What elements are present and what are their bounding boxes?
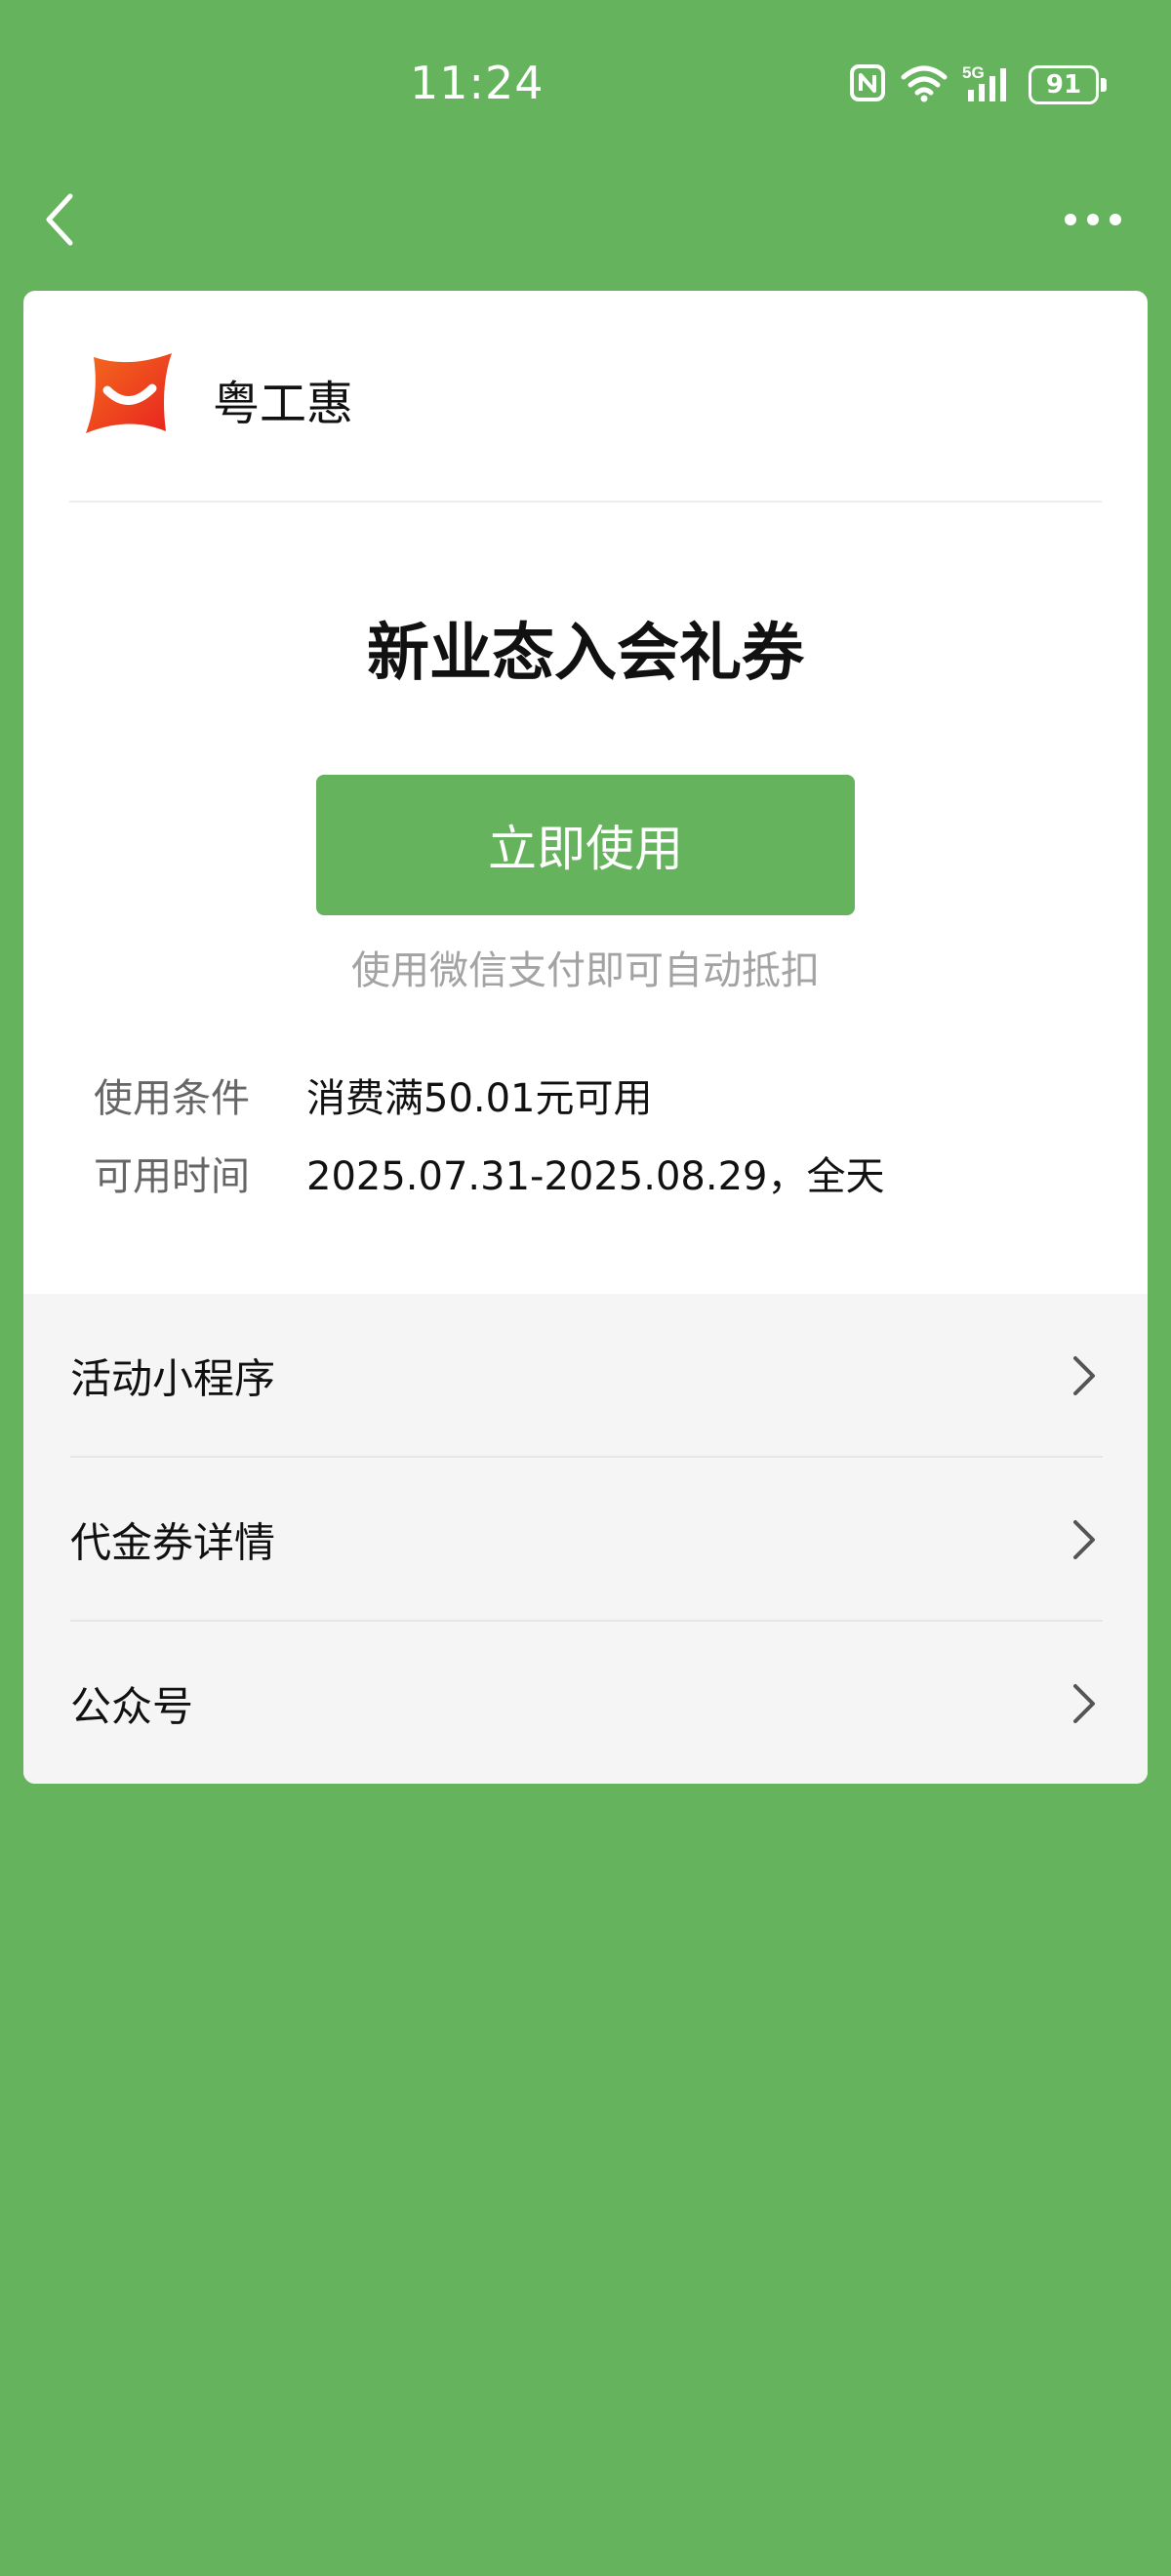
conditions-row: 使用条件 消费满50.01元可用 [94, 1066, 653, 1124]
more-button[interactable] [1054, 195, 1132, 244]
status-bar: 11:24 5G 91 [0, 0, 1171, 176]
chevron-right-icon [1073, 1520, 1095, 1559]
period-value: 2025.07.31-2025.08.29，全天 [306, 1154, 885, 1199]
chevron-right-icon [1073, 1684, 1095, 1723]
brand-row: 粤工惠 [23, 291, 1148, 503]
link-official-account[interactable]: 公众号 [23, 1622, 1148, 1784]
chevron-right-icon [1073, 1356, 1095, 1395]
status-icons: 5G 91 [849, 62, 1107, 107]
more-dots-icon [1065, 214, 1121, 225]
period-label: 可用时间 [94, 1154, 250, 1199]
nfc-icon [849, 63, 886, 106]
back-button[interactable] [35, 185, 84, 254]
use-hint: 使用微信支付即可自动抵扣 [351, 948, 820, 993]
divider [69, 501, 1102, 503]
chevron-left-icon [46, 193, 73, 246]
status-time: 11:24 [410, 57, 545, 109]
links-list: 活动小程序 代金券详情 公众号 [23, 1294, 1148, 1784]
link-label: 活动小程序 [70, 1354, 276, 1403]
coupon-card: 粤工惠 新业态入会礼券 立即使用 使用微信支付即可自动抵扣 使用条件 消费满50… [23, 291, 1148, 1784]
coupon-title: 新业态入会礼券 [367, 618, 804, 690]
brand-name: 粤工惠 [213, 377, 354, 431]
battery-icon: 91 [1029, 65, 1107, 104]
conditions-value: 消费满50.01元可用 [306, 1076, 653, 1121]
link-label: 代金券详情 [70, 1518, 276, 1567]
period-row: 可用时间 2025.07.31-2025.08.29，全天 [94, 1144, 884, 1202]
signal-5g-icon: 5G [962, 62, 1015, 107]
link-mini-program[interactable]: 活动小程序 [23, 1294, 1148, 1458]
use-now-button[interactable]: 立即使用 [316, 775, 855, 915]
network-label: 5G [962, 63, 985, 82]
brand-logo-icon [86, 353, 172, 433]
battery-level: 91 [1029, 65, 1099, 104]
link-coupon-details[interactable]: 代金券详情 [23, 1458, 1148, 1622]
wifi-icon [900, 63, 949, 106]
link-label: 公众号 [70, 1682, 194, 1731]
conditions-label: 使用条件 [94, 1076, 250, 1121]
